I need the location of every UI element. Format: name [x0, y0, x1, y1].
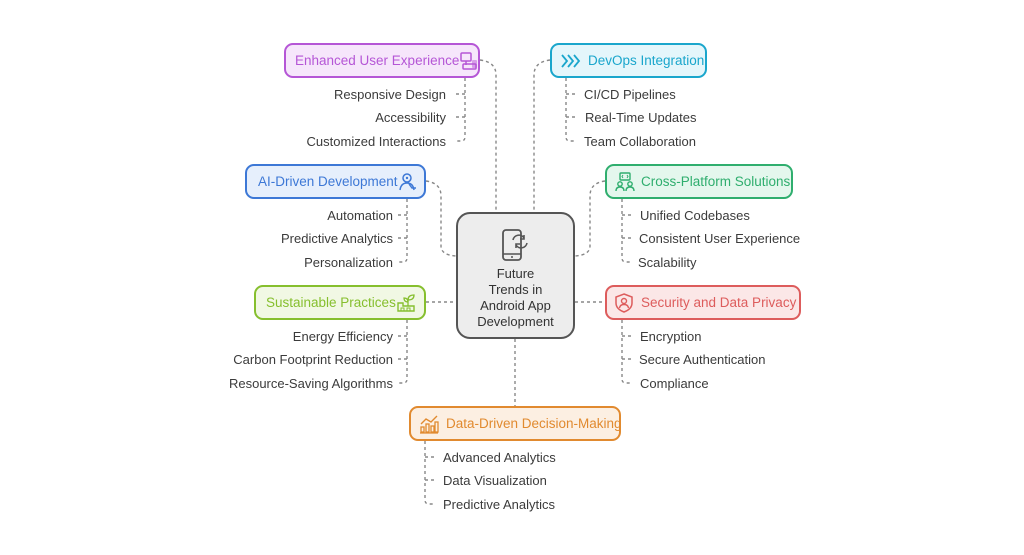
subtopic-item: Automation: [327, 208, 393, 223]
subtopic-item: Compliance: [640, 376, 709, 391]
subtopic-item: Personalization: [304, 255, 393, 270]
subtopic-item: Responsive Design: [333, 87, 446, 102]
node-label: Security and Data Privacy: [641, 295, 797, 310]
subtopic-item: Accessibility: [375, 110, 446, 125]
bracket-ai-driven-development-trunk: [397, 199, 408, 263]
node-label: Sustainable Practices: [266, 295, 396, 310]
subtopic-item: Consistent User Experience: [639, 231, 801, 246]
bracket-security-and-data-privacy-trunk: [621, 320, 632, 384]
bracket-sustainable-practices-trunk: [397, 320, 408, 384]
subtopic-item: CI/CD Pipelines: [584, 87, 676, 102]
subtopic-item: Team Collaboration: [584, 134, 697, 149]
double-chevron-right-icon: [561, 53, 581, 68]
bracket-data-driven-decision-making-trunk: [424, 441, 435, 505]
phone-refresh-icon: [501, 229, 528, 261]
central-topic-node: Future Trends in Android App Development: [456, 212, 575, 339]
connector-center-to-devops-integration: [533, 59, 551, 212]
connector-center-to-enhanced-user-experience: [479, 59, 497, 212]
central-topic-title: Future Trends in Android App Development: [477, 266, 554, 329]
devices-icon: [460, 51, 478, 70]
connector-center-to-ai-driven-development: [425, 180, 457, 257]
subtopic-item: Encryption: [640, 329, 702, 344]
subtopic-item: Predictive Analytics: [281, 231, 393, 246]
subtopic-item: Data Visualization: [443, 473, 547, 488]
node-label: Enhanced User Experience: [295, 53, 460, 68]
node-label: Data-Driven Decision-Making: [446, 416, 622, 431]
node-devops-integration: DevOps Integration: [550, 43, 707, 78]
subtopic-item: Advanced Analytics: [443, 450, 556, 465]
node-cross-platform-solutions: Cross-Platform Solutions: [605, 164, 793, 199]
subtopic-item: Real-Time Updates: [585, 110, 697, 125]
node-label: DevOps Integration: [588, 53, 705, 68]
connector-center-to-cross-platform-solutions: [574, 180, 606, 257]
node-sustainable-practices: Sustainable Practices: [254, 285, 426, 320]
node-label: Cross-Platform Solutions: [641, 174, 791, 189]
node-ai-driven-development: AI-Driven Development: [245, 164, 426, 199]
bracket-enhanced-user-experience-trunk: [455, 78, 466, 142]
bracket-devops-integration-trunk: [565, 78, 576, 142]
node-security-and-data-privacy: Security and Data Privacy: [605, 285, 801, 320]
node-data-driven-decision-making: Data-Driven Decision-Making: [409, 406, 622, 441]
subtopic-item: Carbon Footprint Reduction: [233, 352, 393, 367]
eco-factory-icon: [397, 293, 415, 312]
subtopic-item: Energy Efficiency: [292, 329, 393, 344]
code-team-icon: [615, 171, 635, 191]
shield-user-icon: [615, 292, 633, 313]
node-label: AI-Driven Development: [258, 174, 398, 189]
subtopic-item: Unified Codebases: [640, 208, 750, 223]
bar-chart-trend-icon: [420, 415, 439, 434]
subtopic-item: Predictive Analytics: [443, 497, 555, 512]
ai-person-icon: [398, 172, 416, 190]
subtopic-item: Resource-Saving Algorithms: [228, 376, 393, 391]
subtopic-item: Scalability: [638, 255, 697, 270]
subtopic-item: Secure Authentication: [639, 352, 766, 367]
node-enhanced-user-experience: Enhanced User Experience: [284, 43, 480, 78]
bracket-cross-platform-solutions-trunk: [621, 199, 632, 263]
subtopic-item: Customized Interactions: [306, 134, 446, 149]
